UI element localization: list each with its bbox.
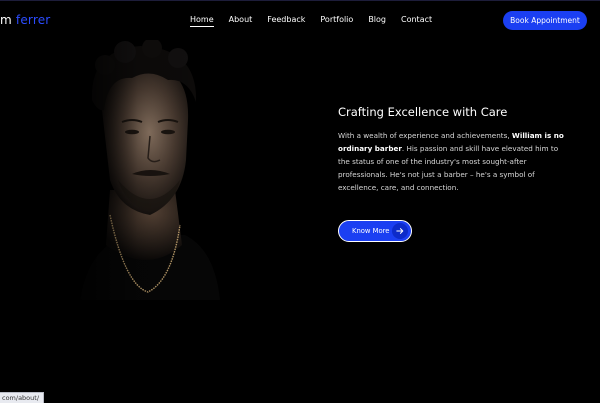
barber-portrait-image: [70, 40, 220, 300]
main-nav: Home About Feedback Portfolio Blog Conta…: [190, 15, 447, 27]
nav-portfolio[interactable]: Portfolio: [320, 15, 353, 27]
brand-first: m: [0, 13, 12, 27]
book-appointment-button[interactable]: Book Appointment: [503, 11, 587, 30]
status-bar-url: com/about/: [0, 392, 45, 403]
brand-logo[interactable]: m ferrer: [0, 13, 50, 27]
hero-desc-intro: With a wealth of experience and achievem…: [338, 131, 512, 140]
brand-last: ferrer: [15, 13, 51, 27]
know-more-button[interactable]: Know More: [338, 220, 412, 242]
nav-about[interactable]: About: [229, 15, 253, 27]
arrow-right-icon: [392, 223, 408, 239]
nav-feedback[interactable]: Feedback: [267, 15, 305, 27]
nav-contact[interactable]: Contact: [401, 15, 432, 27]
top-border: [0, 0, 600, 1]
nav-home[interactable]: Home: [190, 15, 214, 27]
hero-description: With a wealth of experience and achievem…: [338, 129, 568, 194]
nav-blog[interactable]: Blog: [368, 15, 386, 27]
know-more-label: Know More: [352, 227, 390, 235]
hero-title: Crafting Excellence with Care: [338, 105, 508, 119]
